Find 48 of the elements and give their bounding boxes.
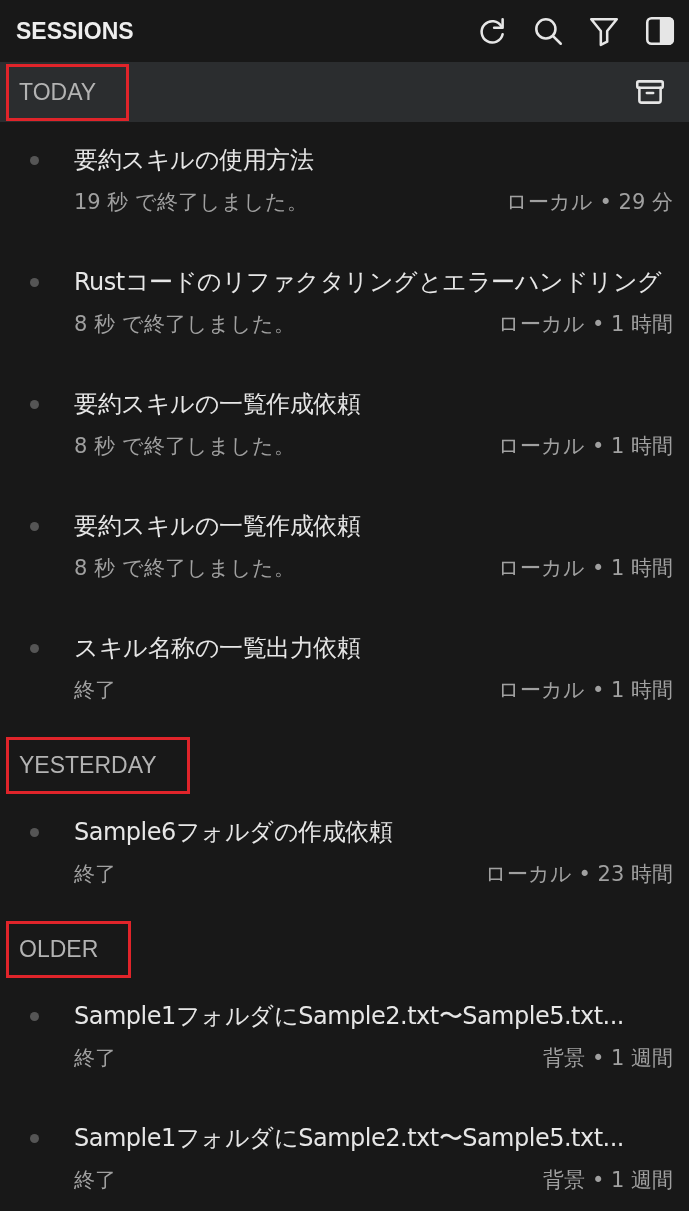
session-status: 終了 <box>74 861 116 888</box>
session-meta: 背景 • 1 週間 <box>543 1167 673 1194</box>
session-title: 要約スキルの一覧作成依頼 <box>74 389 361 420</box>
session-meta: ローカル • 1 時間 <box>498 677 673 704</box>
session-title: Rustコードのリファクタリングとエラーハンドリング <box>74 267 663 298</box>
session-meta: ローカル • 23 時間 <box>484 861 673 888</box>
session-title: スキル名称の一覧出力依頼 <box>74 633 361 664</box>
session-item[interactable]: 要約スキルの使用方法 19 秒 で終了しました。 ローカル • 29 分 <box>0 122 689 244</box>
bullet-icon <box>30 1012 39 1021</box>
bullet-icon <box>30 1134 39 1143</box>
session-status: 終了 <box>74 1167 116 1194</box>
session-item[interactable]: スキル名称の一覧出力依頼 終了 ローカル • 1 時間 <box>0 610 689 732</box>
bullet-icon <box>30 400 39 409</box>
bullet-icon <box>30 156 39 165</box>
panel-title: SESSIONS <box>16 17 134 45</box>
session-meta: ローカル • 1 時間 <box>498 311 673 338</box>
session-item[interactable]: Sample1フォルダにSample2.txt〜Sample5.txt... 終了 背景 • 1 週間 <box>0 1100 689 1210</box>
session-status: 8 秒 で終了しました。 <box>74 555 295 582</box>
session-item[interactable]: Sample1フォルダにSample2.txt〜Sample5.txt... 終了 背景 • 1 週間 <box>0 978 689 1100</box>
session-status: 19 秒 で終了しました。 <box>74 189 309 216</box>
section-header[interactable]: YESTERDAY <box>0 736 689 794</box>
bullet-icon <box>30 644 39 653</box>
section-header[interactable]: TODAY <box>0 62 689 122</box>
session-title: 要約スキルの一覧作成依頼 <box>74 511 361 542</box>
session-item[interactable]: Rustコードのリファクタリングとエラーハンドリング 8 秒 で終了しました。 ローカル • 1 時間 <box>0 244 689 366</box>
section-label: TODAY <box>6 63 130 121</box>
session-status: 8 秒 で終了しました。 <box>74 433 295 460</box>
session-title: Sample1フォルダにSample2.txt〜Sample5.txt... <box>74 1123 625 1154</box>
section-header[interactable]: OLDER <box>0 920 689 978</box>
session-status: 8 秒 で終了しました。 <box>74 311 295 338</box>
session-meta: 背景 • 1 週間 <box>543 1045 673 1072</box>
session-item[interactable]: 要約スキルの一覧作成依頼 8 秒 で終了しました。 ローカル • 1 時間 <box>0 366 689 488</box>
session-meta: ローカル • 1 時間 <box>498 555 673 582</box>
bullet-icon <box>30 522 39 531</box>
section-label: OLDER <box>6 920 132 978</box>
session-item[interactable]: 要約スキルの一覧作成依頼 8 秒 で終了しました。 ローカル • 1 時間 <box>0 488 689 610</box>
panel-toggle-icon[interactable] <box>643 14 677 48</box>
session-item[interactable]: Sample6フォルダの作成依頼 終了 ローカル • 23 時間 <box>0 794 689 916</box>
session-meta: ローカル • 29 分 <box>505 189 673 216</box>
session-title: Sample1フォルダにSample2.txt〜Sample5.txt... <box>74 1001 625 1032</box>
session-status: 終了 <box>74 1045 116 1072</box>
section-label: YESTERDAY <box>6 736 190 794</box>
session-title: 要約スキルの使用方法 <box>74 145 314 176</box>
session-status: 終了 <box>74 677 116 704</box>
session-title: Sample6フォルダの作成依頼 <box>74 817 394 848</box>
bullet-icon <box>30 828 39 837</box>
bullet-icon <box>30 278 39 287</box>
session-meta: ローカル • 1 時間 <box>498 433 673 460</box>
